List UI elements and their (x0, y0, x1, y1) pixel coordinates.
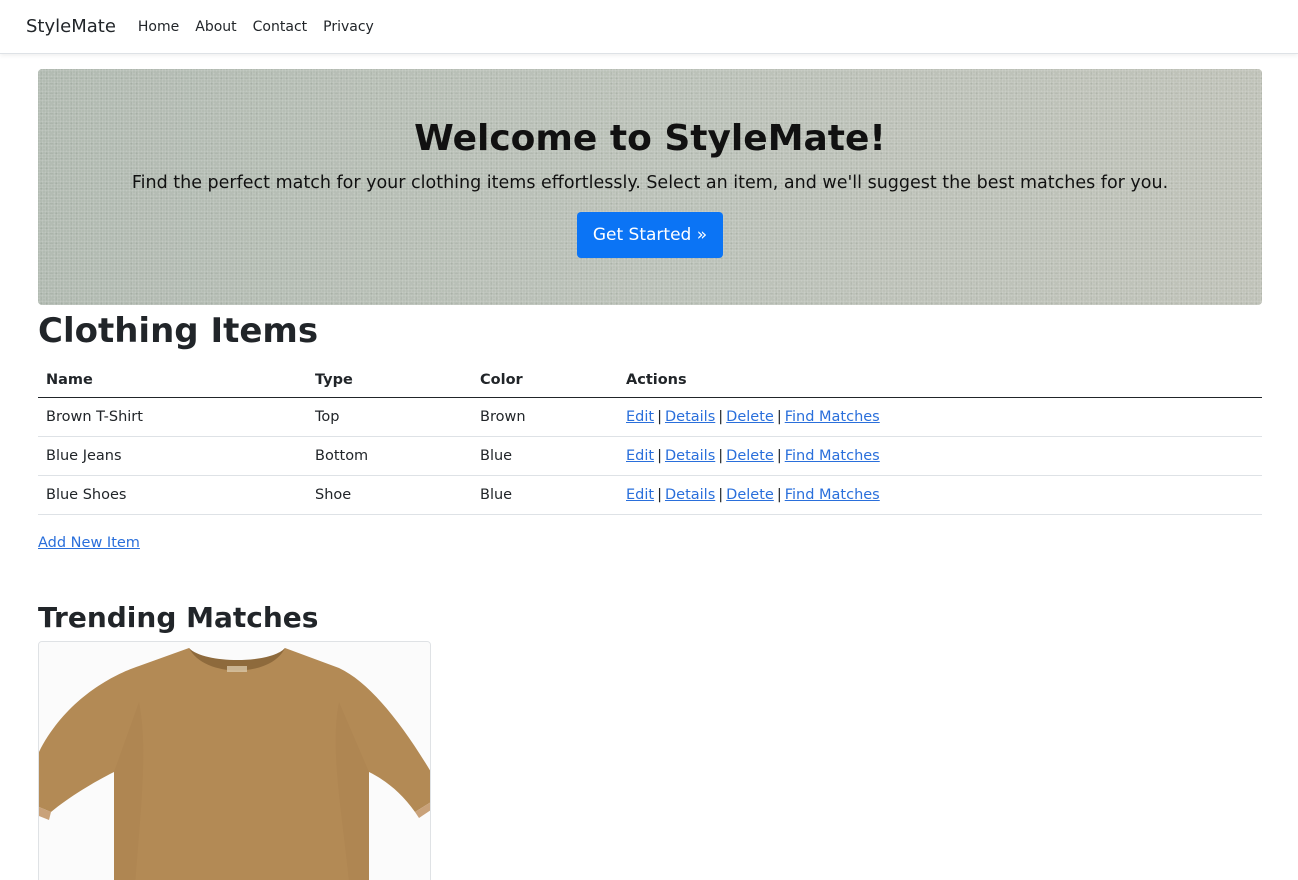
hero-title: Welcome to StyleMate! (414, 118, 886, 159)
nav-contact[interactable]: Contact (253, 19, 307, 35)
header-color: Color (472, 363, 618, 398)
cell-color: Blue (472, 475, 618, 515)
brown-tshirt-image (39, 641, 430, 880)
clothing-items-table: Name Type Color Actions Brown T-Shirt To… (38, 363, 1262, 515)
separator: | (718, 486, 724, 503)
cell-actions: Edit | Details | Delete | Find Matches (618, 436, 1262, 476)
separator: | (718, 447, 724, 464)
cell-type: Shoe (307, 475, 472, 515)
nav-privacy[interactable]: Privacy (323, 19, 374, 35)
separator: | (657, 447, 662, 464)
separator: | (657, 486, 662, 503)
edit-link[interactable]: Edit (626, 448, 654, 464)
cell-color: Blue (472, 436, 618, 476)
delete-link[interactable]: Delete (726, 487, 774, 503)
separator: | (776, 408, 782, 425)
delete-link[interactable]: Delete (726, 448, 774, 464)
header-type: Type (307, 363, 472, 398)
add-new-item-link[interactable]: Add New Item (38, 535, 140, 551)
edit-link[interactable]: Edit (626, 409, 654, 425)
details-link[interactable]: Details (665, 448, 715, 464)
separator: | (776, 486, 782, 503)
cell-name: Brown T-Shirt (38, 397, 307, 437)
trending-matches-heading: Trending Matches (38, 600, 319, 634)
header-actions: Actions (618, 363, 1262, 398)
clothing-items-heading: Clothing Items (38, 311, 319, 351)
find-matches-link[interactable]: Find Matches (785, 487, 880, 503)
brand-logo[interactable]: StyleMate (26, 16, 116, 37)
nav-home[interactable]: Home (138, 19, 179, 35)
cell-actions: Edit | Details | Delete | Find Matches (618, 475, 1262, 515)
header-name: Name (38, 363, 307, 398)
table-row: Blue Shoes Shoe Blue Edit | Details | Delete… (38, 475, 1262, 515)
top-navbar: StyleMate Home About Contact Privacy (0, 0, 1298, 54)
separator: | (657, 408, 662, 425)
trending-match-card[interactable] (38, 640, 431, 880)
hero-description: Find the perfect match for your clothing… (131, 173, 1169, 193)
delete-link[interactable]: Delete (726, 409, 774, 425)
table-row: Blue Jeans Bottom Blue Edit | Details | Dele… (38, 436, 1262, 476)
hero-banner: Welcome to StyleMate! Find the perfect m… (38, 69, 1262, 305)
find-matches-link[interactable]: Find Matches (785, 448, 880, 464)
cell-type: Top (307, 397, 472, 437)
get-started-button[interactable]: Get Started » (576, 212, 724, 258)
details-link[interactable]: Details (665, 487, 715, 503)
main-container: Welcome to StyleMate! Find the perfect m… (38, 69, 1262, 880)
table-header-row: Name Type Color Actions (38, 363, 1262, 398)
cell-color: Brown (472, 397, 618, 437)
details-link[interactable]: Details (665, 409, 715, 425)
cell-type: Bottom (307, 436, 472, 476)
cell-actions: Edit | Details | Delete | Find Matches (618, 397, 1262, 437)
cell-name: Blue Shoes (38, 475, 307, 515)
separator: | (776, 447, 782, 464)
separator: | (718, 408, 724, 425)
table-row: Brown T-Shirt Top Brown Edit | Details | Del… (38, 397, 1262, 437)
cell-name: Blue Jeans (38, 436, 307, 476)
find-matches-link[interactable]: Find Matches (785, 409, 880, 425)
nav-about[interactable]: About (195, 19, 236, 35)
edit-link[interactable]: Edit (626, 487, 654, 503)
